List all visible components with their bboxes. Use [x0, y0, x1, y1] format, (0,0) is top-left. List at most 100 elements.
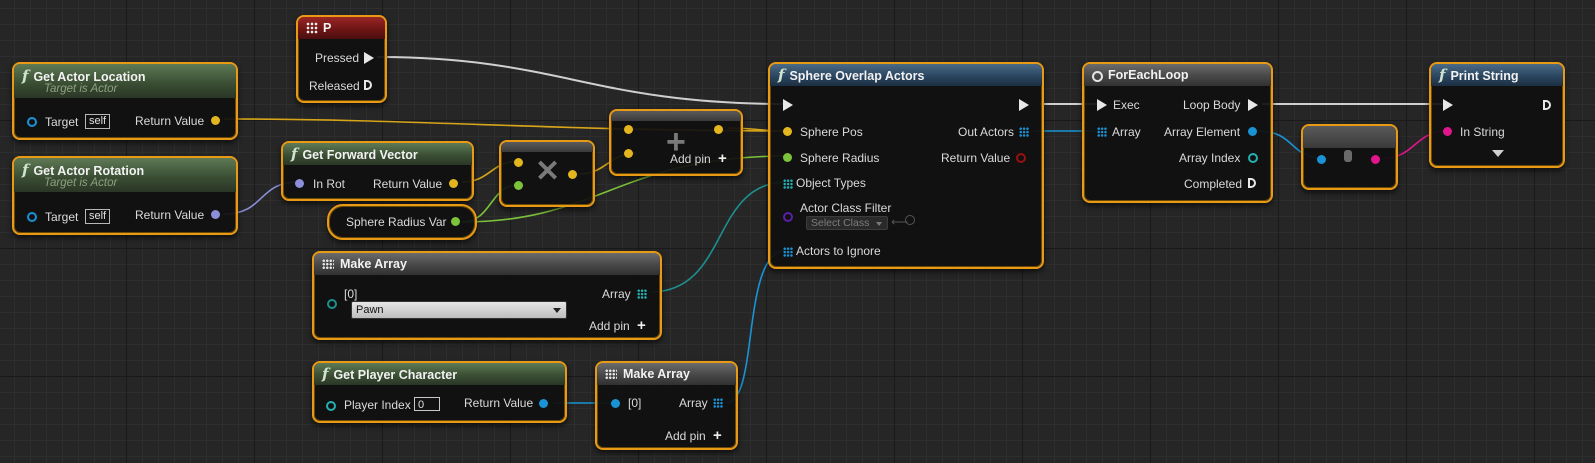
in-rot-label: In Rot: [313, 177, 346, 191]
add-pin-plus-icon[interactable]: +: [713, 428, 722, 443]
element-0-pin[interactable]: [611, 399, 620, 408]
sphere-overlap-actors-node[interactable]: f Sphere Overlap Actors Sphere Pos Out Ac…: [768, 62, 1044, 269]
multiply-node[interactable]: ✕: [499, 140, 595, 207]
element-index-label: [0]: [344, 287, 358, 301]
exec-out-pin[interactable]: [1019, 99, 1029, 111]
actor-class-filter-pin[interactable]: [783, 212, 793, 222]
completed-pin[interactable]: [1248, 178, 1256, 188]
return-value-label: Return Value: [941, 151, 1011, 165]
browse-icon[interactable]: [905, 215, 915, 225]
get-actor-rotation-node[interactable]: f Get Actor Rotation Target is Actor Targe…: [12, 156, 238, 235]
object-types-pin[interactable]: [783, 179, 793, 189]
completed-label: Completed: [1184, 177, 1243, 191]
return-value-pin[interactable]: [211, 210, 220, 219]
node-subtitle: Target is Actor: [44, 83, 118, 95]
array-output-pin[interactable]: [713, 398, 723, 408]
node-title: Make Array: [623, 367, 690, 381]
float-input-pin[interactable]: [514, 181, 523, 190]
select-class-caret-icon: [876, 222, 882, 226]
player-index-label: Player Index: [344, 398, 411, 412]
return-value-pin[interactable]: [211, 116, 220, 125]
return-value-label: Return Value: [135, 208, 205, 222]
player-index-field[interactable]: 0: [414, 397, 440, 411]
add-pin-plus-icon[interactable]: +: [718, 151, 727, 166]
function-icon: f: [22, 161, 29, 179]
make-array-ignore-node[interactable]: Make Array [0] Array Add pin +: [595, 361, 738, 450]
out-actors-label: Out Actors: [958, 125, 1015, 139]
exec-in-pin[interactable]: [1443, 99, 1453, 111]
exec-in-pin[interactable]: [1097, 99, 1107, 111]
target-pin[interactable]: [27, 117, 37, 127]
node-subtitle: Target is Actor: [44, 177, 118, 189]
array-element-label: Array Element: [1164, 125, 1241, 139]
p-key-event-node[interactable]: P Pressed Released: [296, 15, 387, 103]
get-player-character-node[interactable]: f Get Player Character Player Index 0 Ret…: [312, 361, 567, 423]
node-title: Get Player Character: [333, 368, 458, 382]
make-array-icon: [322, 259, 334, 270]
in-rot-pin[interactable]: [295, 179, 304, 188]
dropdown-value: Pawn: [356, 304, 384, 316]
result-pin[interactable]: [714, 125, 723, 134]
target-pin[interactable]: [27, 212, 37, 222]
return-value-pin[interactable]: [1016, 153, 1026, 163]
function-icon: f: [1439, 66, 1446, 84]
in-string-pin[interactable]: [1443, 127, 1452, 136]
player-index-pin[interactable]: [326, 401, 336, 411]
array-pin[interactable]: [1097, 127, 1107, 137]
target-label: Target: [45, 115, 79, 129]
make-array-object-types-node[interactable]: Make Array [0] Pawn Array Add pin +: [312, 251, 662, 340]
array-label: Array: [602, 287, 631, 301]
for-each-loop-node[interactable]: ForEachLoop Exec Loop Body Array Array E…: [1082, 62, 1273, 203]
add-pin-label[interactable]: Add pin: [670, 152, 711, 166]
node-title: ForEachLoop: [1108, 68, 1189, 82]
multiply-icon: ✕: [535, 155, 561, 188]
exec-in-pin[interactable]: [783, 99, 793, 111]
string-output-pin[interactable]: [1371, 155, 1380, 164]
conversion-node[interactable]: [1301, 124, 1398, 190]
object-input-pin[interactable]: [1317, 155, 1326, 164]
function-icon: f: [778, 66, 785, 84]
result-pin[interactable]: [568, 170, 577, 179]
variable-output-pin[interactable]: [451, 217, 460, 226]
object-type-dropdown[interactable]: Pawn: [351, 301, 567, 319]
loop-body-pin[interactable]: [1248, 99, 1258, 111]
self-box[interactable]: self: [85, 209, 111, 224]
released-exec-pin[interactable]: [364, 80, 372, 90]
add-node[interactable]: + Add pin +: [609, 109, 743, 176]
sphere-pos-pin[interactable]: [783, 127, 792, 136]
pressed-exec-pin[interactable]: [364, 52, 374, 64]
return-value-pin[interactable]: [449, 179, 458, 188]
sphere-pos-label: Sphere Pos: [800, 125, 863, 139]
add-pin-label[interactable]: Add pin: [589, 319, 630, 333]
self-box[interactable]: self: [85, 114, 111, 129]
print-string-node[interactable]: f Print String In String: [1429, 62, 1565, 168]
actors-to-ignore-pin[interactable]: [783, 247, 793, 257]
function-icon: f: [22, 67, 29, 85]
array-label: Array: [679, 396, 708, 410]
enum-array-wire: [649, 181, 788, 293]
sphere-radius-var-node[interactable]: Sphere Radius Var: [327, 204, 477, 240]
element-0-pin[interactable]: [327, 299, 337, 309]
add-pin-plus-icon[interactable]: +: [637, 318, 646, 333]
return-value-pin[interactable]: [539, 399, 548, 408]
vector-input-pin[interactable]: [514, 158, 523, 167]
object-types-label: Object Types: [796, 176, 866, 190]
in-string-label: In String: [1460, 125, 1505, 139]
return-value-label: Return Value: [464, 396, 534, 410]
add-pin-label[interactable]: Add pin: [665, 429, 706, 443]
get-actor-location-node[interactable]: f Get Actor Location Target is Actor Targe…: [12, 62, 238, 140]
sphere-radius-label: Sphere Radius: [800, 151, 880, 165]
array-index-pin[interactable]: [1248, 153, 1258, 163]
released-label: Released: [309, 79, 360, 93]
function-icon: f: [322, 365, 329, 383]
exec-out-pin[interactable]: [1543, 100, 1551, 110]
sphere-radius-pin[interactable]: [783, 153, 792, 162]
vector-b-pin[interactable]: [624, 149, 633, 158]
expand-advanced-icon[interactable]: [1492, 150, 1504, 157]
node-title: Sphere Overlap Actors: [789, 69, 925, 83]
array-element-pin[interactable]: [1248, 127, 1257, 136]
get-forward-vector-node[interactable]: f Get Forward Vector In Rot Return Value: [281, 141, 474, 201]
out-actors-pin[interactable]: [1019, 127, 1029, 137]
vector-a-pin[interactable]: [624, 125, 633, 134]
array-output-pin[interactable]: [637, 289, 647, 299]
